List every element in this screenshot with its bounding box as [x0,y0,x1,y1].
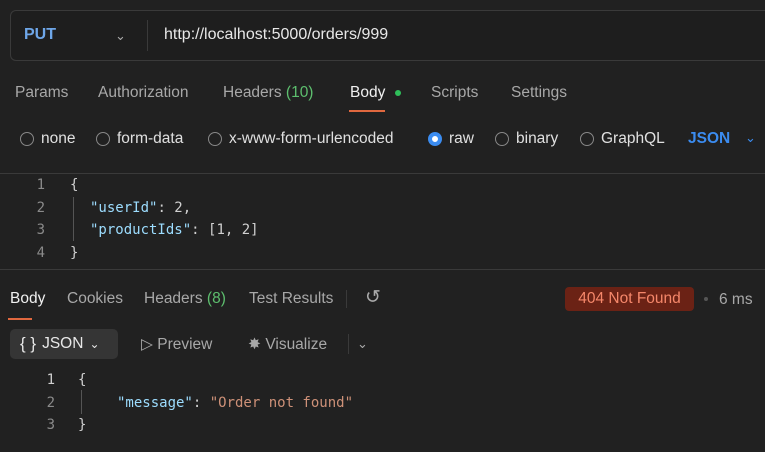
status-badge: 404 Not Found [565,287,694,311]
method-select[interactable]: PUT [24,26,56,44]
active-tab-underline [8,318,32,320]
format-select[interactable]: JSON [688,130,730,148]
line-number: 2 [46,395,55,411]
radio-icon [20,132,34,146]
code-text: } [70,245,79,261]
history-icon[interactable]: ↺ [365,286,381,309]
radio-label: GraphQL [601,130,665,147]
chevron-down-icon[interactable]: ⌄ [115,28,126,44]
visualize-icon: ✸ [248,336,261,353]
tab-label: Headers [223,84,282,101]
radio-graphql[interactable]: GraphQL [580,130,665,148]
tab-label: Body [350,84,386,101]
indent-guide [81,390,82,414]
line-number: 4 [36,245,45,261]
separator-dot [704,297,708,301]
tab-body[interactable]: Body [350,84,385,102]
response-tab-test-results[interactable]: Test Results [249,290,333,308]
tab-settings[interactable]: Settings [511,84,567,102]
line-number: 1 [36,177,45,193]
response-format-select[interactable]: { } JSON ⌄ [10,329,118,359]
button-label: Preview [157,336,213,353]
radio-none[interactable]: none [20,130,75,148]
tab-label: Headers [144,290,203,307]
tab-headers[interactable]: Headers (10) [223,84,313,102]
chevron-down-icon: ⌄ [89,337,100,351]
radio-icon [495,132,509,146]
divider [346,290,347,308]
line-number: 2 [36,200,45,216]
line-number: 3 [46,417,55,433]
code-line: "userId": 2, [90,200,192,216]
button-label: Visualize [265,336,328,353]
play-icon: ▷ [141,336,153,353]
headers-count: (10) [285,84,314,101]
radio-label: raw [449,130,474,147]
visualize-button[interactable]: ✸ Visualize [248,335,327,354]
code-text: { [70,177,79,193]
divider [0,269,765,270]
tab-scripts[interactable]: Scripts [431,84,478,102]
chevron-down-icon[interactable]: ⌄ [357,336,368,352]
radio-urlencoded[interactable]: x-www-form-urlencoded [208,130,394,148]
radio-binary[interactable]: binary [495,130,558,148]
radio-icon [580,132,594,146]
divider [147,20,148,51]
code-line: "productIds": [1, 2] [90,222,259,238]
preview-button[interactable]: ▷ Preview [141,335,212,354]
tab-params[interactable]: Params [15,84,68,102]
request-body-editor[interactable]: 1 2 3 4 { "userId": 2, "productIds": [1,… [0,175,765,269]
headers-count: (8) [206,290,226,307]
body-indicator-dot [395,90,401,96]
divider [0,173,765,174]
divider [348,334,349,354]
line-number: 3 [36,222,45,238]
radio-selected-icon [428,132,442,146]
tab-authorization[interactable]: Authorization [98,84,188,102]
code-line: "message": "Order not found" [117,395,354,411]
radio-raw[interactable]: raw [428,130,474,148]
response-tab-cookies[interactable]: Cookies [67,290,123,308]
response-tab-headers[interactable]: Headers (8) [144,290,226,308]
radio-label: form-data [117,130,184,147]
response-time: 6 ms [719,291,753,308]
radio-label: binary [516,130,559,147]
radio-label: none [41,130,76,147]
response-tab-body[interactable]: Body [10,290,45,308]
format-label: JSON [42,335,84,352]
url-input[interactable]: http://localhost:5000/orders/999 [164,26,388,44]
active-tab-underline [349,110,385,112]
line-number: 1 [46,372,55,388]
radio-label: x-www-form-urlencoded [229,130,394,147]
radio-icon [208,132,222,146]
indent-guide [73,197,74,241]
chevron-down-icon[interactable]: ⌄ [745,130,756,146]
radio-icon [96,132,110,146]
code-text: { [78,372,87,388]
response-body-viewer: 1 2 3 { "message": "Order not found" } [0,370,765,440]
code-text: } [78,417,87,433]
braces-icon: { } [20,334,37,353]
radio-form-data[interactable]: form-data [96,130,183,148]
